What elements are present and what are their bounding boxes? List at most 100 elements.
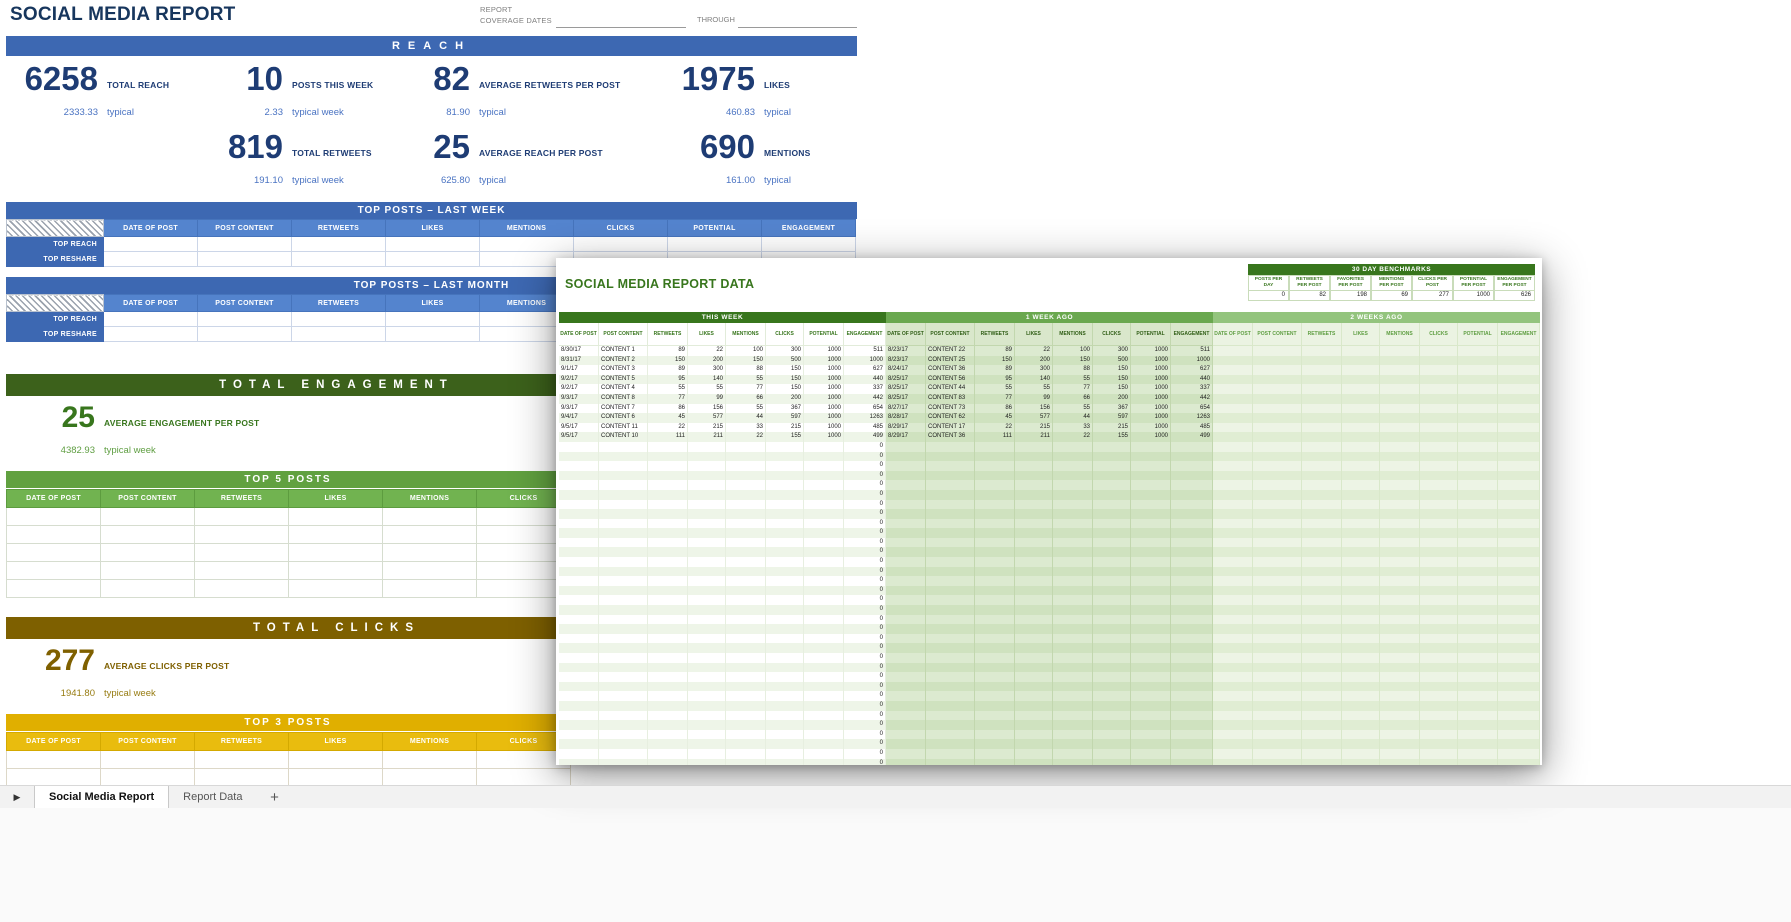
cell[interactable]	[1302, 749, 1342, 759]
cell[interactable]	[1253, 595, 1302, 605]
cell[interactable]	[1253, 720, 1302, 730]
cell[interactable]: 442	[844, 394, 886, 404]
cell[interactable]	[766, 528, 804, 538]
cell[interactable]	[1093, 576, 1131, 586]
empty-cell[interactable]	[7, 751, 101, 769]
cell[interactable]	[599, 634, 648, 644]
cell[interactable]	[599, 691, 648, 701]
cell[interactable]	[688, 500, 726, 510]
cell[interactable]	[1213, 490, 1253, 500]
cell[interactable]	[1302, 471, 1342, 481]
cell[interactable]	[1380, 691, 1420, 701]
cell[interactable]	[1093, 538, 1131, 548]
cell[interactable]	[1053, 509, 1093, 519]
cell[interactable]	[1420, 423, 1458, 433]
cell[interactable]	[1053, 682, 1093, 692]
cell[interactable]	[926, 615, 975, 625]
cell[interactable]: 0	[844, 586, 886, 596]
cell[interactable]	[1213, 519, 1253, 529]
empty-cell[interactable]	[386, 327, 480, 342]
cell[interactable]	[926, 452, 975, 462]
cell[interactable]	[1342, 711, 1380, 721]
cell[interactable]	[926, 576, 975, 586]
cell[interactable]	[1171, 509, 1213, 519]
cell[interactable]	[926, 442, 975, 452]
cell[interactable]	[804, 682, 844, 692]
cell[interactable]: 200	[1015, 356, 1053, 366]
cell[interactable]	[559, 586, 599, 596]
empty-cell[interactable]	[7, 580, 101, 598]
cell[interactable]	[1380, 701, 1420, 711]
cell[interactable]	[926, 759, 975, 765]
cell[interactable]	[1420, 653, 1458, 663]
cell[interactable]	[648, 461, 688, 471]
cell[interactable]	[886, 730, 926, 740]
cell[interactable]	[1458, 653, 1498, 663]
cell[interactable]	[766, 586, 804, 596]
cell[interactable]	[1420, 595, 1458, 605]
cell[interactable]	[726, 519, 766, 529]
cell[interactable]	[975, 547, 1015, 557]
cell[interactable]	[648, 691, 688, 701]
cell[interactable]	[1131, 624, 1171, 634]
cell[interactable]	[926, 720, 975, 730]
cell[interactable]	[1302, 720, 1342, 730]
cell[interactable]	[1498, 404, 1540, 414]
cell[interactable]	[648, 605, 688, 615]
cell[interactable]	[1253, 442, 1302, 452]
cell[interactable]: 1000	[804, 423, 844, 433]
cell[interactable]: 654	[1171, 404, 1213, 414]
cell[interactable]	[559, 720, 599, 730]
cell[interactable]	[804, 739, 844, 749]
cell[interactable]	[559, 452, 599, 462]
cell[interactable]	[726, 605, 766, 615]
cell[interactable]	[1458, 634, 1498, 644]
cell[interactable]	[1302, 547, 1342, 557]
cell[interactable]: 150	[1093, 375, 1131, 385]
cell[interactable]: 22	[688, 346, 726, 356]
cell[interactable]	[1458, 605, 1498, 615]
cell[interactable]	[1458, 624, 1498, 634]
cell[interactable]	[688, 480, 726, 490]
cell[interactable]: 1000	[804, 384, 844, 394]
cell[interactable]	[1053, 749, 1093, 759]
empty-cell[interactable]	[289, 526, 383, 544]
cell[interactable]	[688, 759, 726, 765]
cell[interactable]	[1213, 605, 1253, 615]
cell[interactable]	[648, 471, 688, 481]
cell[interactable]	[599, 490, 648, 500]
cell[interactable]: 300	[766, 346, 804, 356]
cell[interactable]	[1093, 701, 1131, 711]
cell[interactable]: 8/25/17	[886, 394, 926, 404]
cell[interactable]	[648, 442, 688, 452]
cell[interactable]	[559, 624, 599, 634]
cell[interactable]	[1171, 461, 1213, 471]
cell[interactable]	[975, 691, 1015, 701]
cell[interactable]	[726, 528, 766, 538]
cell[interactable]	[1131, 461, 1171, 471]
cell[interactable]	[1458, 413, 1498, 423]
cell[interactable]	[1253, 759, 1302, 765]
cell[interactable]	[559, 461, 599, 471]
cell[interactable]	[1053, 442, 1093, 452]
cell[interactable]	[1458, 461, 1498, 471]
cell[interactable]	[1420, 605, 1458, 615]
cell[interactable]	[1420, 461, 1458, 471]
cell[interactable]	[886, 547, 926, 557]
cell[interactable]	[1131, 538, 1171, 548]
cell[interactable]	[1498, 538, 1540, 548]
cell[interactable]	[926, 538, 975, 548]
cell[interactable]: 215	[1093, 423, 1131, 433]
cell[interactable]	[1420, 519, 1458, 529]
cell[interactable]	[1213, 759, 1253, 765]
cell[interactable]	[766, 730, 804, 740]
cell[interactable]: 22	[975, 423, 1015, 433]
cell[interactable]	[1302, 711, 1342, 721]
cell[interactable]: 1000	[804, 375, 844, 385]
cell[interactable]	[1342, 509, 1380, 519]
cell[interactable]: 1000	[804, 404, 844, 414]
cell[interactable]	[804, 643, 844, 653]
cell[interactable]	[766, 557, 804, 567]
cell[interactable]	[1380, 423, 1420, 433]
cell[interactable]	[1093, 452, 1131, 462]
